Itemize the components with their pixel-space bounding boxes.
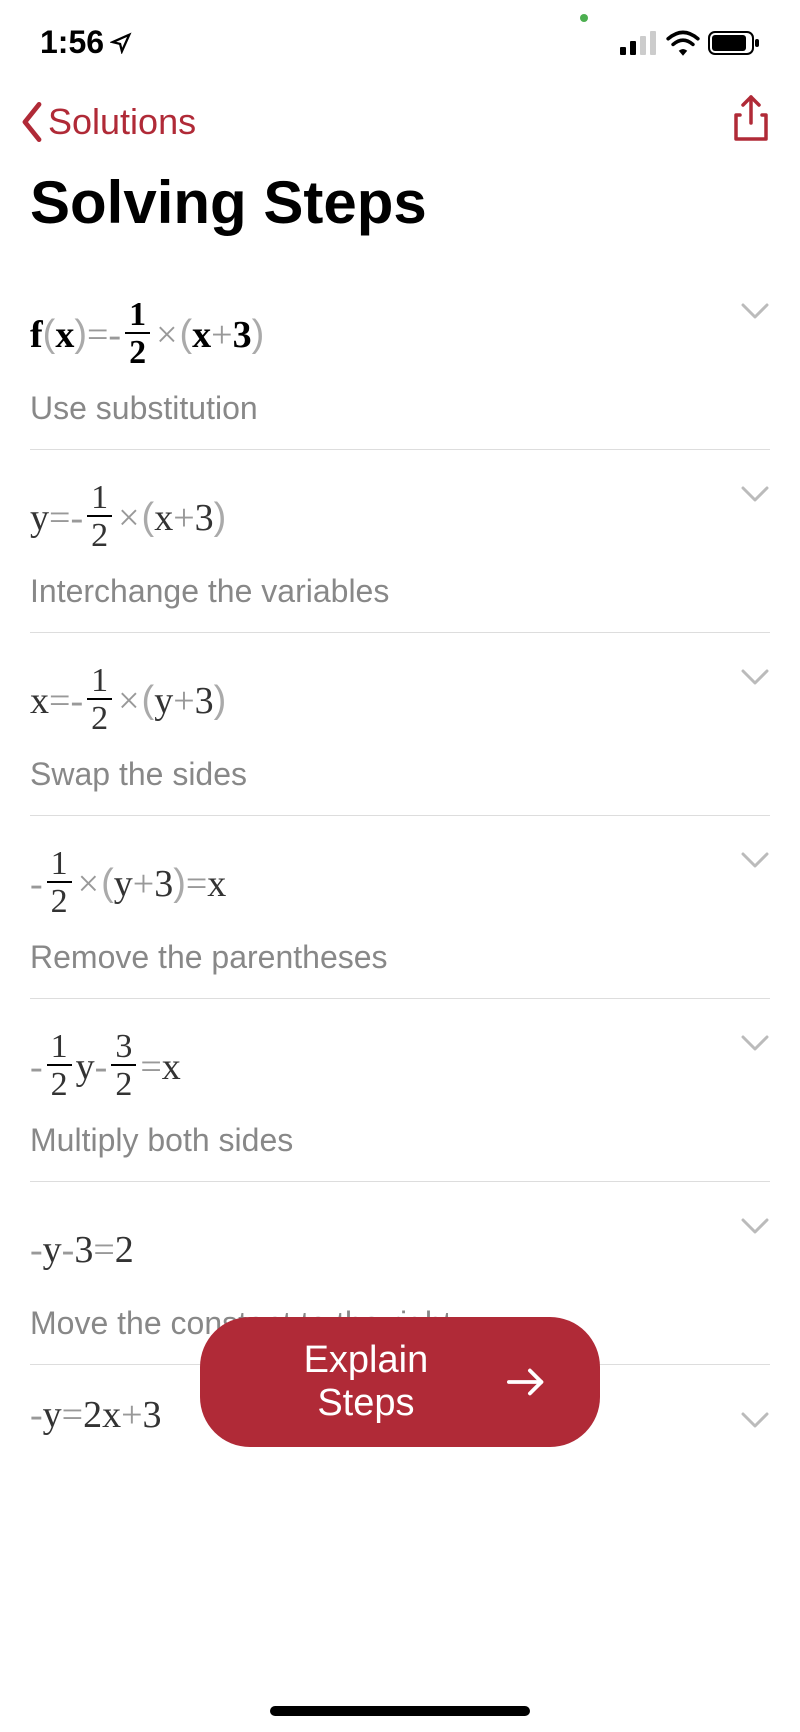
chevron-down-icon bbox=[740, 1034, 770, 1057]
back-button[interactable]: Solutions bbox=[18, 101, 196, 143]
step-item[interactable]: y=-12×(x+3) Interchange the variables bbox=[30, 450, 770, 633]
explain-button-label: Explain Steps bbox=[255, 1339, 477, 1425]
time-text: 1:56 bbox=[40, 24, 104, 61]
arrow-right-icon bbox=[507, 1367, 545, 1397]
status-indicators bbox=[620, 30, 760, 56]
step-expression: -12y-32=x bbox=[30, 1029, 770, 1104]
step-item[interactable]: -12y-32=x Multiply both sides bbox=[30, 999, 770, 1182]
location-icon bbox=[110, 32, 132, 54]
home-indicator[interactable] bbox=[270, 1706, 530, 1716]
step-expression: y=-12×(x+3) bbox=[30, 480, 770, 555]
steps-list: f(x)=-12×(x+3) Use substitution y=-12×(x… bbox=[0, 267, 800, 1437]
page-title: Solving Steps bbox=[0, 158, 800, 267]
back-label: Solutions bbox=[48, 101, 196, 143]
share-icon bbox=[732, 95, 770, 143]
step-item[interactable]: x=-12×(y+3) Swap the sides bbox=[30, 633, 770, 816]
step-expression: -y-3=2 bbox=[30, 1212, 770, 1287]
step-expression: x=-12×(y+3) bbox=[30, 663, 770, 738]
camera-indicator-dot bbox=[580, 14, 588, 22]
status-bar: 1:56 bbox=[0, 0, 800, 75]
step-description: Remove the parentheses bbox=[30, 939, 770, 976]
step-description: Multiply both sides bbox=[30, 1122, 770, 1159]
step-description: Use substitution bbox=[30, 390, 770, 427]
explain-steps-button[interactable]: Explain Steps bbox=[200, 1317, 600, 1447]
step-item[interactable]: -12×(y+3)=x Remove the parentheses bbox=[30, 816, 770, 999]
step-description: Interchange the variables bbox=[30, 573, 770, 610]
chevron-left-icon bbox=[18, 102, 46, 142]
status-time: 1:56 bbox=[40, 24, 132, 61]
chevron-down-icon bbox=[740, 668, 770, 691]
step-expression: -12×(y+3)=x bbox=[30, 846, 770, 921]
chevron-down-icon bbox=[740, 302, 770, 325]
cellular-signal-icon bbox=[620, 31, 658, 55]
chevron-down-icon bbox=[740, 1395, 770, 1439]
navigation-bar: Solutions bbox=[0, 75, 800, 158]
step-item[interactable]: f(x)=-12×(x+3) Use substitution bbox=[30, 267, 770, 450]
wifi-icon bbox=[666, 30, 700, 56]
chevron-down-icon bbox=[740, 851, 770, 874]
step-description: Swap the sides bbox=[30, 756, 770, 793]
share-button[interactable] bbox=[732, 95, 770, 148]
chevron-down-icon bbox=[740, 1217, 770, 1240]
step-expression: f(x)=-12×(x+3) bbox=[30, 297, 770, 372]
battery-icon bbox=[708, 30, 760, 56]
chevron-down-icon bbox=[740, 485, 770, 508]
